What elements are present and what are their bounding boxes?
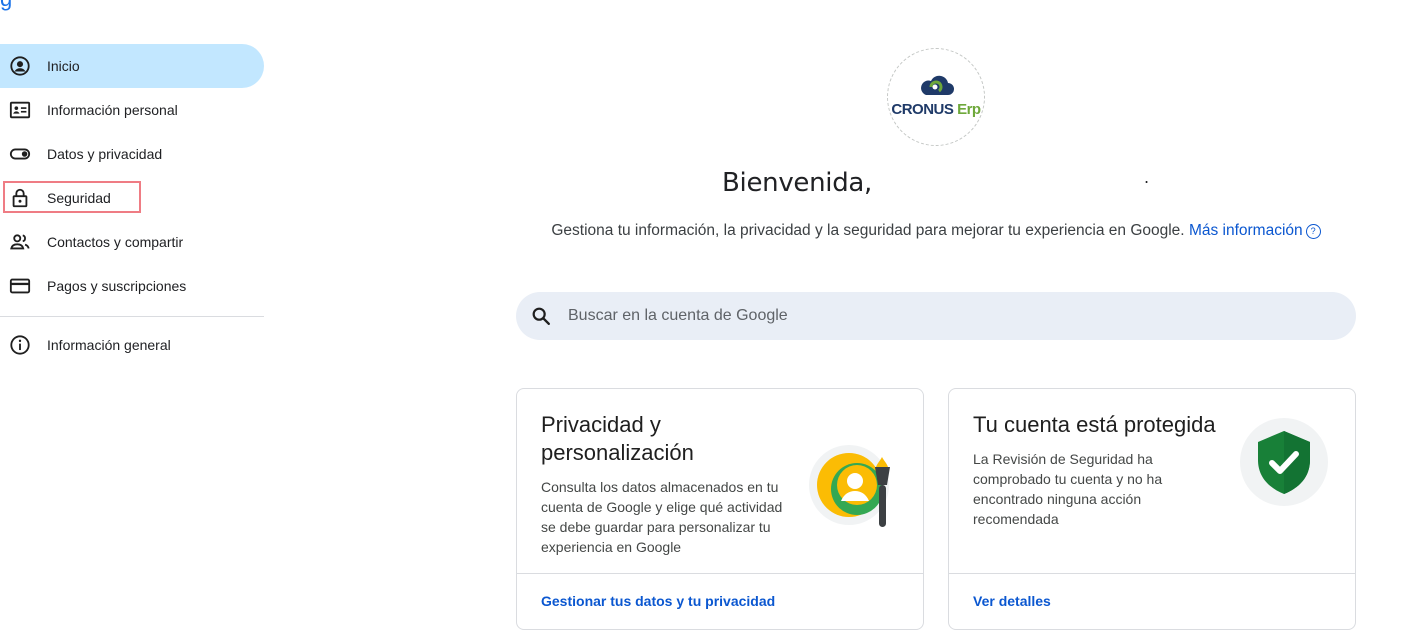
toggle-icon bbox=[8, 142, 32, 166]
sidebar-nav: Inicio Información personal Datos y priv… bbox=[0, 44, 264, 367]
people-icon bbox=[8, 230, 32, 254]
search-input[interactable] bbox=[566, 306, 1270, 326]
sidebar-item-pagos[interactable]: Pagos y suscripciones bbox=[0, 264, 264, 308]
search-icon bbox=[532, 307, 550, 325]
privacy-card[interactable]: Privacidad y personalización Consulta lo… bbox=[516, 388, 924, 630]
sidebar-item-informacion-personal[interactable]: Información personal bbox=[0, 88, 264, 132]
credit-card-icon bbox=[8, 274, 32, 298]
info-icon bbox=[8, 333, 32, 357]
privacy-card-title: Privacidad y personalización bbox=[541, 412, 694, 465]
security-card-description: La Revisión de Seguridad ha comprobado t… bbox=[973, 451, 1163, 527]
sidebar-item-inicio[interactable]: Inicio bbox=[0, 44, 264, 88]
privacy-card-description: Consulta los datos almacenados en tu cue… bbox=[541, 479, 783, 555]
sidebar-item-informacion-general[interactable]: Información general bbox=[0, 323, 264, 367]
mas-informacion-link[interactable]: Más información bbox=[1189, 222, 1303, 239]
ver-detalles-link[interactable]: Ver detalles bbox=[973, 593, 1051, 609]
security-card[interactable]: Tu cuenta está protegida La Revisión de … bbox=[948, 388, 1356, 630]
id-card-icon bbox=[8, 98, 32, 122]
sidebar-item-label: Datos y privacidad bbox=[47, 146, 163, 162]
help-icon[interactable]: ? bbox=[1305, 224, 1321, 239]
page-subtitle: Gestiona tu información, la privacidad y… bbox=[516, 222, 1356, 240]
sidebar-item-contactos[interactable]: Contactos y compartir bbox=[0, 220, 264, 264]
subtitle-text: Gestiona tu información, la privacidad y… bbox=[551, 222, 1185, 239]
partial-header-text: g bbox=[0, 0, 80, 11]
sidebar-item-label: Inicio bbox=[47, 58, 80, 74]
sidebar-item-label: Pagos y suscripciones bbox=[47, 278, 187, 294]
privacy-illustration-icon bbox=[809, 445, 890, 527]
account-circle-icon bbox=[8, 54, 32, 78]
account-search[interactable] bbox=[516, 292, 1356, 340]
sidebar-item-label: Información general bbox=[47, 337, 171, 353]
shield-check-icon bbox=[1240, 418, 1328, 506]
sidebar-divider bbox=[0, 316, 264, 317]
card-divider bbox=[949, 573, 1355, 574]
avatar[interactable]: CRONUS Erp bbox=[887, 48, 985, 146]
card-divider bbox=[517, 573, 923, 574]
sidebar-item-seguridad[interactable]: Seguridad bbox=[0, 176, 264, 220]
sidebar-item-label: Información personal bbox=[47, 102, 178, 118]
cloud-logo-icon bbox=[921, 75, 954, 95]
sidebar-item-label: Contactos y compartir bbox=[47, 234, 184, 250]
avatar-logo-text: CRONUS Erp bbox=[891, 100, 981, 118]
sidebar-item-label: Seguridad bbox=[47, 190, 111, 206]
sidebar-item-datos-privacidad[interactable]: Datos y privacidad bbox=[0, 132, 264, 176]
manage-privacy-link[interactable]: Gestionar tus datos y tu privacidad bbox=[541, 593, 775, 609]
security-card-title: Tu cuenta está protegida bbox=[973, 412, 1216, 437]
lock-icon bbox=[8, 186, 32, 210]
